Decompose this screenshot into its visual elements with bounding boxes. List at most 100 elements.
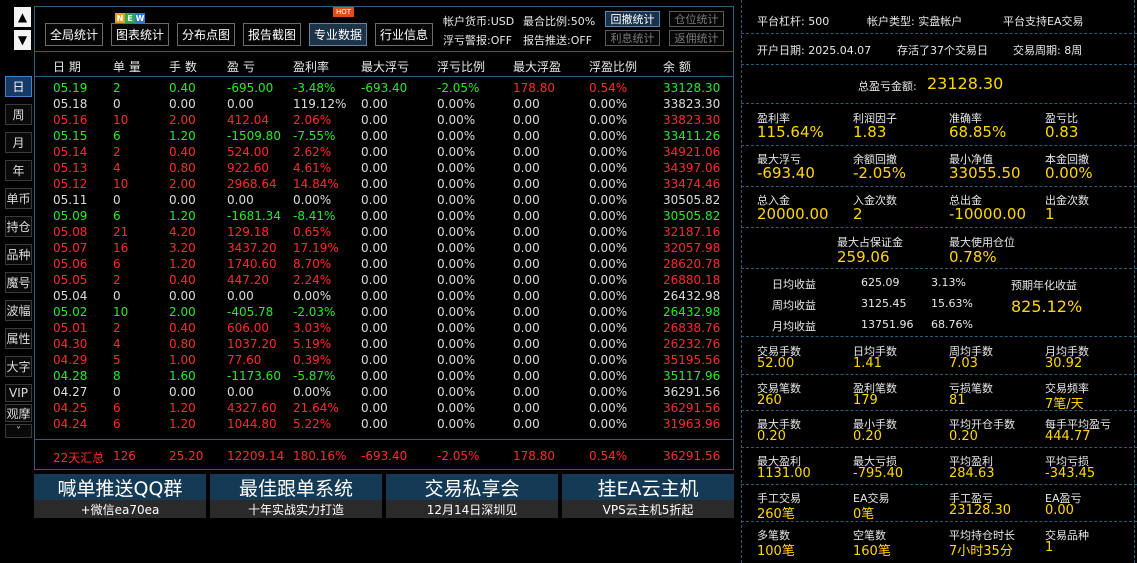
- table-row[interactable]: 05.19 2 0.40 -695.00 -3.48% -693.40 -2.05% 178.…: [35, 80, 733, 96]
- table-cell: 10: [113, 113, 129, 127]
- column-header-4[interactable]: 盈利率: [293, 58, 329, 75]
- distribution-chart-button[interactable]: 分布点图: [177, 23, 235, 46]
- main-panel: N E W HOT 全局统计 图表统计 分布点图 报告截图 专业数据 行业信息 …: [34, 6, 734, 470]
- rail-item-2[interactable]: 月: [5, 132, 32, 153]
- rail-item-7[interactable]: 魔号: [5, 272, 32, 293]
- rail-item-11[interactable]: VIP: [5, 384, 32, 402]
- column-header-6[interactable]: 浮亏比例: [437, 58, 485, 75]
- table-row[interactable]: 05.14 2 0.40 524.00 2.62% 0.00 0.00% 0.00 0.00% 3…: [35, 144, 733, 160]
- table-row[interactable]: 05.15 6 1.20 -1509.80 -7.55% 0.00 0.00% 0.00 0.0…: [35, 128, 733, 144]
- table-cell: 8.70%: [293, 257, 332, 271]
- scroll-up-button[interactable]: ▲: [14, 7, 31, 27]
- ad-banner-3[interactable]: 挂EA云主机 VPS云主机5折起: [562, 474, 734, 518]
- table-cell: 0.00: [513, 257, 540, 271]
- daily-l: 日均收益: [772, 278, 816, 291]
- table-cell: 26432.98: [663, 305, 721, 319]
- table-row[interactable]: 05.11 0 0.00 0.00 0.00% 0.00 0.00% 0.00 0.00% 305…: [35, 192, 733, 208]
- ad-banner-0[interactable]: 喊单推送QQ群 +微信ea70ea: [34, 474, 206, 518]
- summary-cell: 25.20: [169, 449, 204, 463]
- table-row[interactable]: 04.30 4 0.80 1037.20 5.19% 0.00 0.00% 0.00 0.00%…: [35, 336, 733, 352]
- table-row[interactable]: 05.08 21 4.20 129.18 0.65% 0.00 0.00% 0.00 0.00%…: [35, 224, 733, 240]
- table-row[interactable]: 05.04 0 0.00 0.00 0.00% 0.00 0.00% 0.00 0.00% 264…: [35, 288, 733, 304]
- table-row[interactable]: 04.29 5 1.00 77.60 0.39% 0.00 0.00% 0.00 0.00% 35…: [35, 352, 733, 368]
- report-screenshot-button[interactable]: 报告截图: [243, 23, 301, 46]
- table-cell: 2: [113, 321, 121, 335]
- table-row[interactable]: 05.16 10 2.00 412.04 2.06% 0.00 0.00% 0.00 0.00%…: [35, 112, 733, 128]
- interest-stats-button[interactable]: 利息统计: [605, 30, 660, 46]
- position-stats-button[interactable]: 仓位统计: [669, 11, 724, 27]
- table-row[interactable]: 04.25 6 1.20 4327.60 21.64% 0.00 0.00% 0.00 0.00…: [35, 400, 733, 416]
- table-cell: -8.41%: [293, 209, 336, 223]
- table-row[interactable]: 05.09 6 1.20 -1681.34 -8.41% 0.00 0.00% 0.00 0.0…: [35, 208, 733, 224]
- table-cell: 3.20: [169, 241, 196, 255]
- ad-banner-1[interactable]: 最佳跟单系统 十年实战实力打造: [210, 474, 382, 518]
- table-cell: 0.00%: [437, 257, 476, 271]
- table-cell: 0.00: [361, 161, 388, 175]
- table-cell: 14.84%: [293, 177, 339, 191]
- industry-info-button[interactable]: 行业信息: [375, 23, 433, 46]
- table-row[interactable]: 05.07 16 3.20 3437.20 17.19% 0.00 0.00% 0.00 0.0…: [35, 240, 733, 256]
- table-cell: 119.12%: [293, 97, 347, 111]
- table-row[interactable]: 05.18 0 0.00 0.00 119.12% 0.00 0.00% 0.00 0.00% 3…: [35, 96, 733, 112]
- column-header-7[interactable]: 最大浮盈: [513, 58, 561, 75]
- table-cell: 04.24: [53, 417, 88, 431]
- table-row[interactable]: 05.13 4 0.80 922.60 4.61% 0.00 0.00% 0.00 0.00% 3…: [35, 160, 733, 176]
- rail-item-6[interactable]: 品种: [5, 244, 32, 265]
- column-header-5[interactable]: 最大浮亏: [361, 58, 409, 75]
- rebate-stats-button[interactable]: 返佣统计: [669, 30, 724, 46]
- table-row[interactable]: 05.02 10 2.00 -405.78 -2.03% 0.00 0.00% 0.00 0.0…: [35, 304, 733, 320]
- stat-value: -693.40: [757, 164, 815, 182]
- column-header-3[interactable]: 盈 亏: [227, 58, 255, 75]
- chart-stats-button[interactable]: 图表统计: [111, 23, 169, 46]
- pro-data-button[interactable]: 专业数据: [309, 23, 367, 46]
- stat-value: 52.00: [757, 356, 795, 371]
- column-header-2[interactable]: 手 数: [169, 58, 197, 75]
- rail-more-button[interactable]: ˅: [5, 424, 32, 438]
- table-row[interactable]: 05.12 10 2.00 2968.64 14.84% 0.00 0.00% 0.00 0.0…: [35, 176, 733, 192]
- table-cell: 0.00%: [589, 241, 628, 255]
- table-cell: 1740.60: [227, 257, 277, 271]
- column-header-1[interactable]: 单 量: [113, 58, 141, 75]
- table-cell: 0.00: [361, 273, 388, 287]
- table-cell: 1.20: [169, 209, 196, 223]
- table-cell: 04.30: [53, 337, 88, 351]
- rail-item-1[interactable]: 周: [5, 104, 32, 125]
- table-cell: 6: [113, 257, 121, 271]
- table-cell: 0.00%: [589, 321, 628, 335]
- table-row[interactable]: 04.28 8 1.60 -1173.60 -5.87% 0.00 0.00% 0.00 0.0…: [35, 368, 733, 384]
- table-row[interactable]: 04.24 6 1.20 1044.80 5.22% 0.00 0.00% 0.00 0.00%…: [35, 416, 733, 432]
- global-stats-button[interactable]: 全局统计: [45, 23, 103, 46]
- table-cell: -2.05%: [437, 81, 480, 95]
- table-row[interactable]: 05.01 2 0.40 606.00 3.03% 0.00 0.00% 0.00 0.00% 2…: [35, 320, 733, 336]
- column-header-8[interactable]: 浮盈比例: [589, 58, 637, 75]
- table-cell: 922.60: [227, 161, 269, 175]
- table-row[interactable]: 05.05 2 0.40 447.20 2.24% 0.00 0.00% 0.00 0.00% 2…: [35, 272, 733, 288]
- table-cell: 1044.80: [227, 417, 277, 431]
- withdraw-stats-button[interactable]: 回撤统计: [605, 11, 660, 27]
- column-header-9[interactable]: 余 额: [663, 58, 691, 75]
- table-cell: 0.00%: [293, 289, 332, 303]
- summary-cell: 126: [113, 449, 136, 463]
- rail-item-12[interactable]: 观摩: [5, 404, 32, 422]
- table-row[interactable]: 05.06 6 1.20 1740.60 8.70% 0.00 0.00% 0.00 0.00%…: [35, 256, 733, 272]
- column-header-0[interactable]: 日 期: [53, 58, 81, 75]
- table-cell: 05.19: [53, 81, 88, 95]
- table-cell: 05.06: [53, 257, 88, 271]
- rail-item-5[interactable]: 持仓: [5, 216, 32, 237]
- ad-banner-2[interactable]: 交易私享会 12月14日深圳见: [386, 474, 558, 518]
- table-cell: 0.00: [361, 97, 388, 111]
- rail-item-9[interactable]: 属性: [5, 328, 32, 349]
- scroll-down-button[interactable]: ▼: [14, 30, 31, 50]
- table-cell: 0.00%: [437, 129, 476, 143]
- rail-item-10[interactable]: 大字: [5, 356, 32, 377]
- stat-value: 179: [853, 393, 878, 408]
- rail-item-0[interactable]: 日: [5, 76, 32, 97]
- table-cell: 0.00: [361, 257, 388, 271]
- rail-item-4[interactable]: 单币: [5, 188, 32, 209]
- rail-item-3[interactable]: 年: [5, 160, 32, 181]
- table-cell: 2.06%: [293, 113, 332, 127]
- table-cell: 0.00: [513, 193, 540, 207]
- table-row[interactable]: 04.27 0 0.00 0.00 0.00% 0.00 0.00% 0.00 0.00% 362…: [35, 384, 733, 400]
- ea-support: 平台支持EA交易: [1003, 15, 1084, 28]
- rail-item-8[interactable]: 波幅: [5, 300, 32, 321]
